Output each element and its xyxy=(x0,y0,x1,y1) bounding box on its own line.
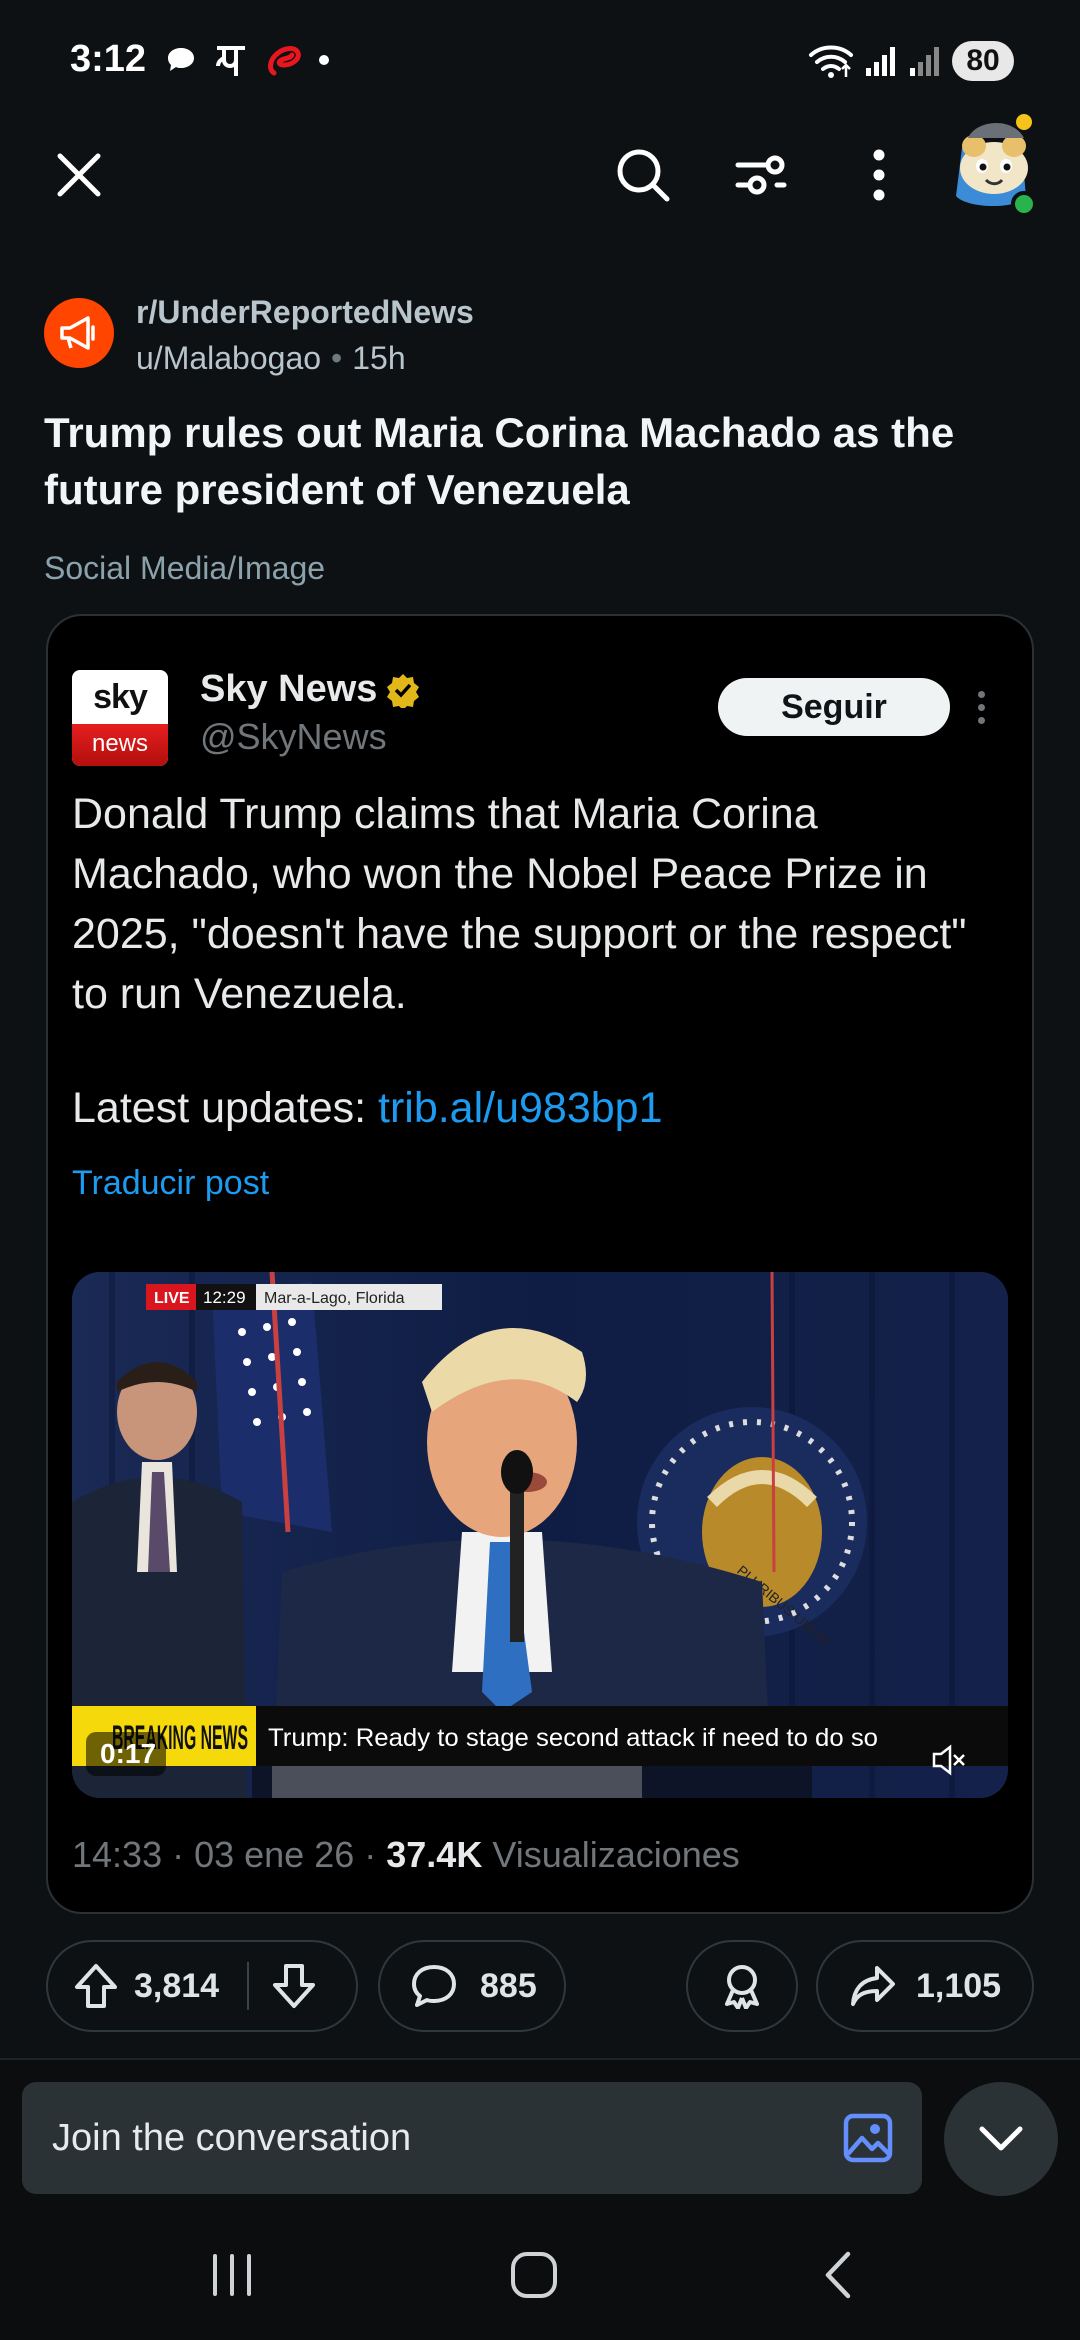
vote-count: 3,814 xyxy=(134,1966,220,2005)
upvote-button[interactable] xyxy=(48,1941,118,2031)
comments-button[interactable]: 885 xyxy=(378,1940,566,2032)
system-navigation-bar xyxy=(0,2220,1080,2330)
recent-apps-button[interactable] xyxy=(192,2240,272,2310)
signal-icon xyxy=(910,47,939,76)
tweet-date: 03 ene 26 xyxy=(194,1834,355,1875)
pe-app-icon xyxy=(216,46,245,76)
comment-composer-panel: Join the conversation xyxy=(0,2058,1080,2340)
more-vertical-icon xyxy=(873,149,885,201)
search-button[interactable] xyxy=(598,130,688,220)
chat-bubble-icon xyxy=(168,48,194,71)
notification-icons xyxy=(164,40,330,80)
share-button[interactable]: 1,105 xyxy=(816,1940,1034,2032)
logo-sky-text: sky xyxy=(93,678,148,716)
post-meta: u/Malabogao • 15h xyxy=(136,340,406,377)
tweet-updates: Latest updates: trib.al/u983bp1 xyxy=(72,1084,663,1133)
account-name-text: Sky News xyxy=(200,668,378,710)
author-link[interactable]: u/Malabogao xyxy=(136,340,321,377)
account-name: Sky News xyxy=(200,668,421,711)
tweet-views-label: Visualizaciones xyxy=(492,1834,740,1875)
close-button[interactable] xyxy=(34,130,124,220)
meta-separator: • xyxy=(331,340,343,376)
back-icon xyxy=(825,2251,851,2299)
award-icon xyxy=(725,1965,759,2009)
post-action-bar: 3,814 885 1,105 xyxy=(0,1940,1080,2034)
user-avatar[interactable] xyxy=(946,108,1046,218)
post-title: Trump rules out Maria Corina Machado as … xyxy=(44,409,955,513)
verified-badge-icon xyxy=(387,673,420,708)
more-options-button[interactable] xyxy=(834,130,924,220)
award-button[interactable] xyxy=(686,1940,798,2032)
upvote-icon xyxy=(75,1964,117,2008)
collapse-button[interactable] xyxy=(944,2082,1058,2196)
downvote-icon xyxy=(273,1964,316,2008)
dot-icon xyxy=(319,55,329,65)
tweet-more-icon xyxy=(966,682,996,732)
top-navigation xyxy=(0,114,1080,220)
snoo-avatar-icon xyxy=(956,114,1037,217)
tweet-footer: 14:33 · 03 ene 26 · 37.4K Visualizacione… xyxy=(72,1834,740,1876)
follow-button: Seguir xyxy=(718,678,950,736)
comment-icon xyxy=(412,1965,456,2007)
megaphone-icon xyxy=(60,316,95,350)
comment-placeholder: Join the conversation xyxy=(52,2116,412,2159)
vote-control: 3,814 xyxy=(46,1940,358,2032)
post-flair[interactable]: Social Media/Image xyxy=(44,550,325,587)
share-icon xyxy=(851,1966,895,2006)
status-bar: 3:12 80 xyxy=(0,0,1080,120)
live-badge: LIVE xyxy=(154,1290,190,1307)
back-button[interactable] xyxy=(798,2240,878,2310)
sort-filter-button[interactable] xyxy=(716,130,806,220)
tweet-text: Donald Trump claims that Maria Corina Ma… xyxy=(72,790,967,1018)
airtel-icon xyxy=(268,46,301,76)
tweet-views-count: 37.4K xyxy=(386,1834,483,1875)
clock: 3:12 xyxy=(70,38,147,80)
comment-input[interactable]: Join the conversation xyxy=(22,2082,922,2194)
broadcast-location: Mar-a-Lago, Florida xyxy=(264,1290,405,1307)
press-conference-scene: PLURIBUS UNUM BREAKING NEWS Trump: Ready… xyxy=(72,1272,1008,1798)
account-handle: @SkyNews xyxy=(200,716,387,757)
filter-icon xyxy=(735,155,787,195)
translate-link: Traducir post xyxy=(72,1164,270,1202)
close-icon xyxy=(57,153,101,197)
subreddit-icon[interactable] xyxy=(44,298,114,368)
video-thumbnail: PLURIBUS UNUM BREAKING NEWS Trump: Ready… xyxy=(72,1272,1008,1798)
share-count: 1,105 xyxy=(916,1966,1002,2005)
post-age: 15h xyxy=(352,340,406,376)
signal-icon xyxy=(866,47,895,76)
wifi-icon xyxy=(809,45,853,78)
news-ticker: Trump: Ready to stage second attack if n… xyxy=(268,1724,878,1752)
logo-news-text: news xyxy=(72,724,168,766)
chevron-down-icon xyxy=(979,2126,1023,2151)
tweet-sep-1: · xyxy=(172,1834,185,1875)
tweet-sep-2: · xyxy=(364,1834,377,1875)
subreddit-name[interactable]: r/UnderReportedNews xyxy=(136,294,474,331)
search-icon xyxy=(617,149,670,202)
home-button[interactable] xyxy=(494,2240,574,2310)
broadcast-clock: 12:29 xyxy=(203,1288,246,1307)
sky-news-logo: sky news xyxy=(72,670,168,766)
downvote-button[interactable] xyxy=(249,1941,339,2031)
video-duration: 0:17 xyxy=(100,1738,156,1769)
comment-count: 885 xyxy=(480,1966,537,2005)
embedded-post-image[interactable]: sky news Sky News @SkyNews Seguir Donald… xyxy=(46,614,1034,1914)
tweet-time: 14:33 xyxy=(72,1834,163,1875)
image-icon xyxy=(843,2113,893,2163)
updates-label: Latest updates: xyxy=(72,1084,378,1132)
home-icon xyxy=(511,2252,557,2298)
recent-apps-icon xyxy=(213,2254,251,2296)
attach-image-button[interactable] xyxy=(842,2112,894,2164)
battery-indicator: 80 xyxy=(952,41,1014,81)
system-icons: 80 xyxy=(808,38,1014,84)
updates-link: trib.al/u983bp1 xyxy=(378,1084,663,1132)
